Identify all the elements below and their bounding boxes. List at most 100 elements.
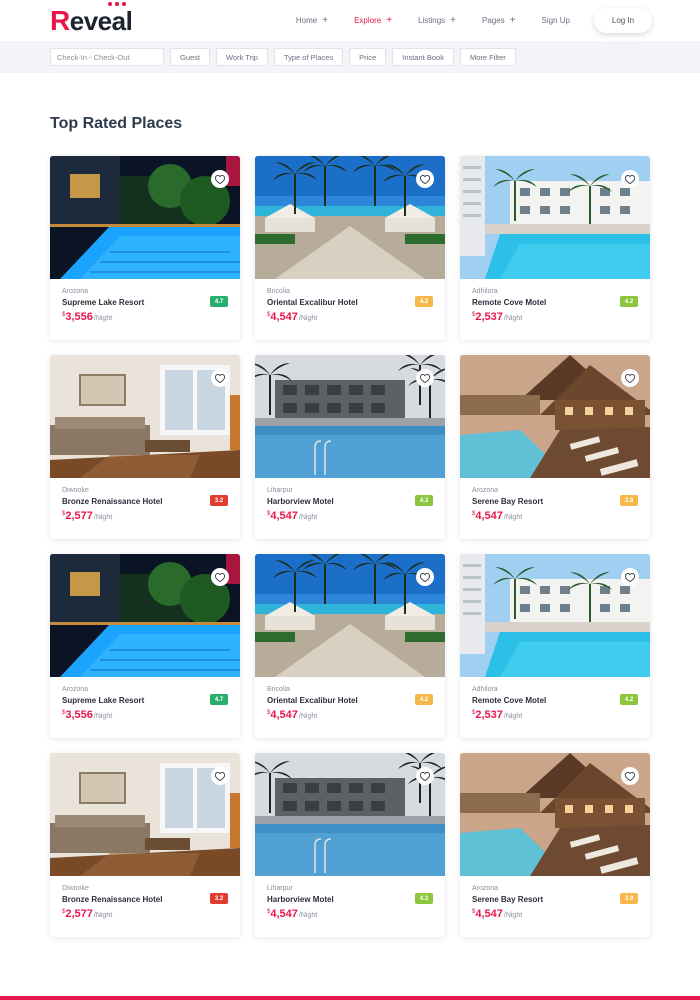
place-location: Liharpur <box>267 487 293 494</box>
favorite-heart-icon[interactable] <box>211 369 229 387</box>
place-image[interactable] <box>255 554 445 677</box>
rating-badge: 3.9 <box>620 893 638 904</box>
palm-pool-icon <box>255 753 445 876</box>
favorite-heart-icon[interactable] <box>416 568 434 586</box>
place-image[interactable] <box>50 554 240 677</box>
place-location: Diwooke <box>62 487 89 494</box>
filter-price-button[interactable]: Price <box>349 48 387 66</box>
favorite-heart-icon[interactable] <box>621 170 639 188</box>
price-unit: /Night <box>93 912 113 919</box>
price-unit: /Night <box>93 514 113 521</box>
rating-badge: 4.2 <box>620 694 638 705</box>
favorite-heart-icon[interactable] <box>621 767 639 785</box>
place-name[interactable]: Harborview Motel <box>267 895 433 904</box>
date-range-input[interactable]: Check-In - Check-Out <box>50 48 164 66</box>
place-image[interactable] <box>255 355 445 478</box>
filter-guest-button[interactable]: Guest <box>170 48 211 66</box>
place-card[interactable]: Arozona Serene Bay Resort $ 4,547 /Night… <box>460 355 650 539</box>
login-button[interactable]: Log In <box>594 8 652 33</box>
rating-badge: 3.2 <box>210 495 228 506</box>
nav-item-listings[interactable]: Listings + <box>418 15 456 26</box>
place-image[interactable] <box>460 554 650 677</box>
favorite-heart-icon[interactable] <box>211 170 229 188</box>
reveal-logo[interactable]: R eveal <box>50 1 133 37</box>
price-unit: /Night <box>298 514 318 521</box>
place-name[interactable]: Serene Bay Resort <box>472 895 638 904</box>
place-image[interactable] <box>460 355 650 478</box>
price-unit: /Night <box>298 713 318 720</box>
place-price: $ 2,577 /Night <box>62 908 228 920</box>
place-name[interactable]: Harborview Motel <box>267 497 433 506</box>
place-name[interactable]: Oriental Excalibur Hotel <box>267 696 433 705</box>
nav-item-label: Home <box>295 16 318 25</box>
price-unit: /Night <box>93 315 113 322</box>
favorite-heart-icon[interactable] <box>211 767 229 785</box>
place-card[interactable]: Arozona Serene Bay Resort $ 4,547 /Night… <box>460 753 650 937</box>
place-price: $ 4,547 /Night <box>267 908 433 920</box>
price-amount: 3,556 <box>65 311 93 323</box>
place-card[interactable]: Bricolia Oriental Excalibur Hotel $ 4,54… <box>255 156 445 340</box>
nav-item-home[interactable]: Home + <box>296 15 328 26</box>
place-card[interactable]: Arozona Supreme Lake Resort $ 3,556 /Nig… <box>50 156 240 340</box>
place-location: Bricolia <box>267 686 290 693</box>
living-room-icon <box>50 753 240 876</box>
place-location: Arozona <box>472 885 499 892</box>
place-image[interactable] <box>255 753 445 876</box>
rating-badge: 4.3 <box>415 893 433 904</box>
logo-dots <box>108 1 126 6</box>
nav-item-pages[interactable]: Pages + <box>482 15 516 26</box>
place-name[interactable]: Bronze Renaissance Hotel <box>62 895 228 904</box>
place-card[interactable]: Liharpur Harborview Motel $ 4,547 /Night… <box>255 753 445 937</box>
favorite-heart-icon[interactable] <box>416 369 434 387</box>
price-unit: /Night <box>503 315 523 322</box>
place-card[interactable]: Diwooke Bronze Renaissance Hotel $ 2,577… <box>50 355 240 539</box>
place-card[interactable]: Adhilora Remote Cove Motel $ 2,537 /Nigh… <box>460 554 650 738</box>
place-location: Diwooke <box>62 885 89 892</box>
place-card[interactable]: Adhilora Remote Cove Motel $ 2,537 /Nigh… <box>460 156 650 340</box>
price-amount: 3,556 <box>65 709 93 721</box>
place-name[interactable]: Serene Bay Resort <box>472 497 638 506</box>
price-unit: /Night <box>298 912 318 919</box>
place-price: $ 4,547 /Night <box>267 311 433 323</box>
place-location: Bricolia <box>267 288 290 295</box>
favorite-heart-icon[interactable] <box>416 170 434 188</box>
plus-icon: + <box>386 15 393 26</box>
place-info: Bricolia Oriental Excalibur Hotel $ 4,54… <box>255 677 445 738</box>
place-card[interactable]: Liharpur Harborview Motel $ 4,547 /Night… <box>255 355 445 539</box>
place-image[interactable] <box>460 753 650 876</box>
place-location: Arozona <box>472 487 499 494</box>
nav-item-sign-up[interactable]: Sign Up <box>542 16 570 25</box>
place-image[interactable] <box>255 156 445 279</box>
hotel-pool-icon <box>460 156 650 279</box>
nav-item-label: Listings <box>418 16 446 25</box>
place-card[interactable]: Arozona Supreme Lake Resort $ 3,556 /Nig… <box>50 554 240 738</box>
place-card[interactable]: Diwooke Bronze Renaissance Hotel $ 2,577… <box>50 753 240 937</box>
place-name[interactable]: Oriental Excalibur Hotel <box>267 298 433 307</box>
rating-badge: 4.2 <box>620 296 638 307</box>
place-name[interactable]: Remote Cove Motel <box>472 696 638 705</box>
nav-item-label: Explore <box>354 16 382 25</box>
place-price: $ 4,547 /Night <box>472 908 638 920</box>
filter-more-filter-button[interactable]: More Filter <box>459 48 516 66</box>
place-name[interactable]: Supreme Lake Resort <box>62 298 228 307</box>
place-name[interactable]: Bronze Renaissance Hotel <box>62 497 228 506</box>
place-image[interactable] <box>460 156 650 279</box>
place-image[interactable] <box>50 753 240 876</box>
place-image[interactable] <box>50 355 240 478</box>
place-card[interactable]: Bricolia Oriental Excalibur Hotel $ 4,54… <box>255 554 445 738</box>
favorite-heart-icon[interactable] <box>621 369 639 387</box>
filter-work-trip-button[interactable]: Work Trip <box>216 48 268 66</box>
favorite-heart-icon[interactable] <box>211 568 229 586</box>
filter-type-of-places-button[interactable]: Type of Places <box>273 48 344 66</box>
place-name[interactable]: Supreme Lake Resort <box>62 696 228 705</box>
favorite-heart-icon[interactable] <box>621 568 639 586</box>
place-image[interactable] <box>50 156 240 279</box>
place-name[interactable]: Remote Cove Motel <box>472 298 638 307</box>
price-unit: /Night <box>503 912 523 919</box>
favorite-heart-icon[interactable] <box>416 767 434 785</box>
site-header: R eveal Home + Explore + Listings + Pages + Sign… <box>0 0 700 41</box>
filter-instant-book-button[interactable]: Instant Book <box>392 48 454 66</box>
place-info: Liharpur Harborview Motel $ 4,547 /Night… <box>255 876 445 937</box>
nav-item-explore[interactable]: Explore + <box>354 15 392 26</box>
place-info: Diwooke Bronze Renaissance Hotel $ 2,577… <box>50 876 240 937</box>
